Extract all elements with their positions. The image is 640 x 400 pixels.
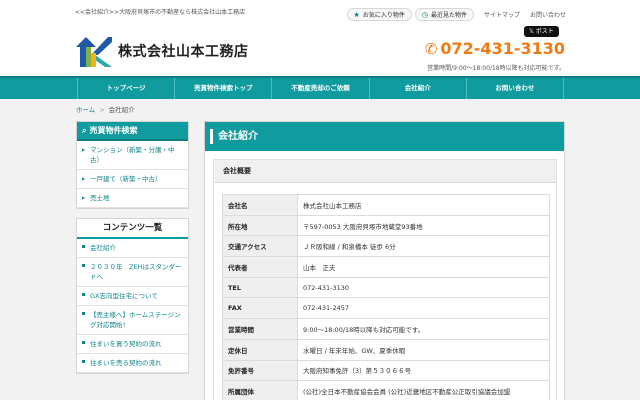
nav-item-search[interactable]: 売買物件検索トップ xyxy=(174,78,271,99)
x-post-label: ポスト xyxy=(535,28,554,35)
company-name[interactable]: 株式会社山本工務店 xyxy=(118,41,249,61)
site-tagline: <<会社紹介>>大阪府貝塚市の不動産なら株式会社山本工務店 xyxy=(75,9,246,16)
search-box: ⌕ 売買物件検索 マンション（新築・分譲・中古） 一戸建て（新築・中古） 売土地 xyxy=(76,121,189,209)
table-row: FAX 072-431-2457 xyxy=(222,297,550,320)
row-value: 072-431-2457 xyxy=(297,297,550,320)
main-content: 会社紹介 会社概要 会社名 株式会社山本工務店 所在地 〒597-0053 大阪府貝塚… xyxy=(204,121,565,400)
phone-icon: ✆ xyxy=(424,39,438,58)
table-row: 所属団体 (公社)全日本不動産協会会員 (公社)近畿地区不動産公正取引協議会加盟 xyxy=(222,380,550,400)
table-row: 所在地 〒597-0053 大阪府貝塚市地蔵堂93番地 xyxy=(222,214,550,237)
search-item-mansion[interactable]: マンション（新築・分譲・中古） xyxy=(77,141,188,170)
sitemap-link[interactable]: サイトマップ xyxy=(484,10,520,19)
row-label: 代表者 xyxy=(222,256,298,278)
table-row: 交通アクセス ＪＲ阪和線 / 和泉橋本 徒歩 6分 xyxy=(222,235,550,258)
clock-icon: ◷ xyxy=(421,10,428,19)
table-row: TEL 072-431-3130 xyxy=(222,276,550,299)
site-header: 株式会社山本工務店 𝕏 ポスト ✆ 072-431-3130 営業時間/9:00… xyxy=(0,26,640,76)
table-row: 会社名 株式会社山本工務店 xyxy=(222,194,550,216)
search-item-house[interactable]: 一戸建て（新築・中古） xyxy=(77,170,188,189)
nav-item-sell[interactable]: 不動産売却のご依頼 xyxy=(271,78,368,99)
row-value: 山本 正夫 xyxy=(297,256,550,278)
table-row: 営業時間 9:00～18:00/18時以降も対応可能です。 xyxy=(222,318,550,340)
table-row: 代表者 山本 正夫 xyxy=(222,256,550,278)
row-value: 株式会社山本工務店 xyxy=(297,194,550,216)
star-icon: ★ xyxy=(353,10,360,19)
favorites-button[interactable]: ★ お気に入り物件 xyxy=(346,8,412,21)
contents-box-title: コンテンツ一覧 xyxy=(77,219,188,239)
company-info-table: 会社名 株式会社山本工務店 所在地 〒597-0053 大阪府貝塚市地蔵堂93番地 交通… xyxy=(222,194,550,400)
contents-item[interactable]: 住まいを売る契約の流れ xyxy=(77,354,188,373)
contact-link[interactable]: お問い合わせ xyxy=(530,10,566,19)
company-overview-section: 会社概要 会社名 株式会社山本工務店 所在地 〒597-0053 大阪府貝塚市地蔵堂9… xyxy=(213,159,557,400)
row-value: 大阪府知事免許（3）第５３０６６号 xyxy=(297,359,550,382)
phone-text: 072-431-3130 xyxy=(440,39,565,58)
x-post-button[interactable]: 𝕏 ポスト xyxy=(524,26,559,37)
contents-item[interactable]: GX志向型住宅について xyxy=(77,287,188,306)
contents-item[interactable]: 会社紹介 xyxy=(77,239,188,258)
breadcrumb: ホーム > 会社紹介 xyxy=(76,104,135,114)
row-label: FAX xyxy=(222,297,298,320)
company-logo-icon[interactable] xyxy=(76,33,112,67)
contents-item[interactable]: ２０３０年 ZEHはスタンダードへ xyxy=(77,258,188,287)
phone-number[interactable]: ✆ 072-431-3130 xyxy=(425,39,565,58)
sidebar: ⌕ 売買物件検索 マンション（新築・分譲・中古） 一戸建て（新築・中古） 売土地… xyxy=(76,121,189,374)
row-label: 所在地 xyxy=(222,214,298,237)
contents-item[interactable]: 【売主様へ】ホームステージング対応開始！ xyxy=(77,306,188,335)
global-nav: トップページ 売買物件検索トップ 不動産売却のご依頼 会社紹介 お問い合わせ xyxy=(0,76,640,99)
search-box-title: ⌕ 売買物件検索 xyxy=(77,122,188,141)
search-box-title-text: 売買物件検索 xyxy=(89,126,138,135)
row-value: 〒597-0053 大阪府貝塚市地蔵堂93番地 xyxy=(297,214,550,237)
row-label: 営業時間 xyxy=(222,318,298,340)
row-label: 所属団体 xyxy=(222,380,298,400)
top-links: ★ お気に入り物件 ◷ 最近見た物件 サイトマップ お問い合わせ xyxy=(346,8,566,21)
page-title: 会社紹介 xyxy=(205,122,564,151)
row-value: (公社)全日本不動産協会会員 (公社)近畿地区不動産公正取引協議会加盟 xyxy=(297,380,550,400)
row-value: 水曜日 / 年末年始、GW、夏季休暇 xyxy=(297,338,550,361)
nav-item-company[interactable]: 会社紹介 xyxy=(368,78,466,99)
row-value: ＪＲ阪和線 / 和泉橋本 徒歩 6分 xyxy=(297,235,550,258)
contents-item[interactable]: 住まいを買う契約の流れ xyxy=(77,335,188,354)
row-label: 交通アクセス xyxy=(222,235,298,258)
row-value: 072-431-3130 xyxy=(297,276,550,299)
favorites-label: お気に入り物件 xyxy=(362,12,405,19)
top-bar: <<会社紹介>>大阪府貝塚市の不動産なら株式会社山本工務店 ★ お気に入り物件 … xyxy=(0,0,640,26)
recent-button[interactable]: ◷ 最近見た物件 xyxy=(414,8,474,21)
row-value: 9:00～18:00/18時以降も対応可能です。 xyxy=(297,318,550,340)
row-label: 定休日 xyxy=(222,338,298,361)
row-label: 会社名 xyxy=(222,194,298,216)
contents-box: コンテンツ一覧 会社紹介 ２０３０年 ZEHはスタンダードへ GX志向型住宅につ… xyxy=(76,218,189,374)
recent-label: 最近見た物件 xyxy=(430,12,467,19)
search-icon: ⌕ xyxy=(82,125,87,135)
business-hours: 営業時間/9:00～18:00/18時以降も対応可能です。 xyxy=(427,65,565,72)
row-label: 免許番号 xyxy=(222,359,298,382)
table-row: 定休日 水曜日 / 年末年始、GW、夏季休暇 xyxy=(222,338,550,361)
row-label: TEL xyxy=(222,276,298,299)
breadcrumb-home[interactable]: ホーム xyxy=(76,106,95,114)
x-icon: 𝕏 xyxy=(529,28,536,35)
nav-item-top[interactable]: トップページ xyxy=(77,78,174,99)
breadcrumb-separator: > xyxy=(99,106,105,114)
table-row: 免許番号 大阪府知事免許（3）第５３０６６号 xyxy=(222,359,550,382)
search-item-land[interactable]: 売土地 xyxy=(77,189,188,208)
breadcrumb-current: 会社紹介 xyxy=(108,106,135,114)
nav-item-contact[interactable]: お問い合わせ xyxy=(465,78,565,99)
section-title: 会社概要 xyxy=(214,160,556,183)
